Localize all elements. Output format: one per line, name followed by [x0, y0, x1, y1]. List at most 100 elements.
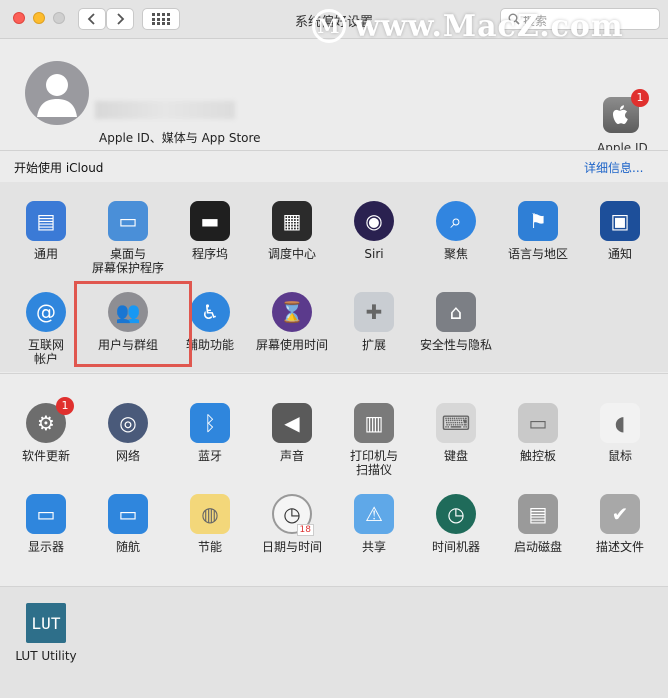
- printers-scanners-icon: ▥: [354, 403, 394, 443]
- pane-network[interactable]: ◎ 网络: [88, 403, 168, 463]
- pane-printers-scanners[interactable]: ▥ 打印机与 扫描仪: [334, 403, 414, 477]
- pane-spotlight[interactable]: ⌕ 聚焦: [416, 201, 496, 261]
- security-privacy-icon: ⌂: [436, 292, 476, 332]
- account-subtitle: Apple ID、媒体与 App Store: [99, 131, 261, 145]
- pane-label: 语言与地区: [507, 247, 568, 261]
- time-machine-icon: ◷: [436, 494, 476, 534]
- sidecar-icon: ▭: [108, 494, 148, 534]
- pane-sharing[interactable]: ⚠ 共享: [334, 494, 414, 554]
- profiles-icon: ✔: [600, 494, 640, 534]
- internet-accounts-icon: @: [26, 292, 66, 332]
- apple-id-button[interactable]: 1: [603, 89, 649, 133]
- highlight-box: [74, 281, 192, 367]
- pane-label: 启动磁盘: [513, 540, 562, 554]
- pane-security-privacy[interactable]: ⌂ 安全性与隐私: [416, 292, 496, 352]
- pane-label: 鼠标: [607, 449, 632, 463]
- pane-label: 通知: [607, 247, 632, 261]
- pane-label: 显示器: [27, 540, 64, 554]
- pane-label: 节能: [197, 540, 222, 554]
- software-update-icon: ⚙ 1: [26, 397, 74, 443]
- language-region-icon: ⚑: [518, 201, 558, 241]
- pane-label: 聚焦: [443, 247, 468, 261]
- pane-label: 通用: [33, 247, 58, 261]
- energy-saver-icon: ◍: [190, 494, 230, 534]
- pane-label: 屏幕使用时间: [255, 338, 328, 352]
- spotlight-icon: ⌕: [436, 201, 476, 241]
- pane-trackpad[interactable]: ▭ 触控板: [498, 403, 578, 463]
- icloud-banner: 开始使用 iCloud 详细信息...: [0, 150, 668, 183]
- pane-general[interactable]: ▤ 通用: [6, 201, 86, 261]
- siri-icon: ◉: [354, 201, 394, 241]
- pane-time-machine[interactable]: ◷ 时间机器: [416, 494, 496, 554]
- pane-label: 键盘: [443, 449, 468, 463]
- pane-label: 共享: [361, 540, 386, 554]
- avatar[interactable]: [25, 61, 89, 125]
- pane-label: 程序坞: [191, 247, 228, 261]
- pane-label: 网络: [115, 449, 140, 463]
- pane-mission-control[interactable]: ▦ 调度中心: [252, 201, 332, 261]
- pane-startup-disk[interactable]: ▤ 启动磁盘: [498, 494, 578, 554]
- mission-control-icon: ▦: [272, 201, 312, 241]
- pane-label: 安全性与隐私: [419, 338, 492, 352]
- pane-label: 声音: [279, 449, 304, 463]
- apple-id-badge: 1: [631, 89, 649, 107]
- pane-label: 时间机器: [431, 540, 480, 554]
- pane-profiles[interactable]: ✔ 描述文件: [580, 494, 660, 554]
- notifications-icon: ▣: [600, 201, 640, 241]
- pane-label: 随航: [115, 540, 140, 554]
- other-section: [0, 586, 668, 698]
- displays-icon: ▭: [26, 494, 66, 534]
- pane-notifications[interactable]: ▣ 通知: [580, 201, 660, 261]
- pane-keyboard[interactable]: ⌨ 键盘: [416, 403, 496, 463]
- pane-sidecar[interactable]: ▭ 随航: [88, 494, 168, 554]
- general-icon: ▤: [26, 201, 66, 241]
- update-badge: 1: [56, 397, 74, 415]
- accessibility-icon: ♿: [190, 292, 230, 332]
- pane-label: 扩展: [361, 338, 386, 352]
- pane-bluetooth[interactable]: ᛒ 蓝牙: [170, 403, 250, 463]
- pane-label: 描述文件: [595, 540, 644, 554]
- extensions-icon: ✚: [354, 292, 394, 332]
- pane-label: Siri: [364, 247, 384, 261]
- bluetooth-icon: ᛒ: [190, 403, 230, 443]
- trackpad-icon: ▭: [518, 403, 558, 443]
- pane-label: 蓝牙: [197, 449, 222, 463]
- pane-extensions[interactable]: ✚ 扩展: [334, 292, 414, 352]
- sharing-icon: ⚠: [354, 494, 394, 534]
- pane-sound[interactable]: ◀ 声音: [252, 403, 332, 463]
- pane-language-region[interactable]: ⚑ 语言与地区: [498, 201, 578, 261]
- pane-software-update[interactable]: ⚙ 1 软件更新: [6, 397, 86, 463]
- lut-utility-icon: LUT: [26, 603, 66, 643]
- sound-icon: ◀: [272, 403, 312, 443]
- pane-date-time[interactable]: ◷ 18 日期与时间: [252, 494, 332, 554]
- screen-time-icon: ⌛: [272, 292, 312, 332]
- pane-siri[interactable]: ◉ Siri: [334, 201, 414, 261]
- desktop-screensaver-icon: ▭: [108, 201, 148, 241]
- mouse-icon: ◖: [600, 403, 640, 443]
- pane-lut-utility[interactable]: LUT LUT Utility: [6, 603, 86, 663]
- pane-label: 打印机与 扫描仪: [349, 449, 398, 477]
- pane-label: 软件更新: [21, 449, 70, 463]
- network-icon: ◎: [108, 403, 148, 443]
- system-preferences-window: 系统偏好设置 搜索 M www.MacZ.com Apple ID、媒体与 Ap…: [0, 0, 668, 698]
- pane-label: 日期与时间: [261, 540, 322, 554]
- pane-desktop-screensaver[interactable]: ▭ 桌面与 屏幕保护程序: [88, 201, 168, 275]
- pane-screen-time[interactable]: ⌛ 屏幕使用时间: [252, 292, 332, 352]
- pane-displays[interactable]: ▭ 显示器: [6, 494, 86, 554]
- pane-label: 桌面与 屏幕保护程序: [91, 247, 164, 275]
- watermark-logo: M: [312, 9, 346, 43]
- icloud-prompt: 开始使用 iCloud: [14, 161, 104, 175]
- pane-mouse[interactable]: ◖ 鼠标: [580, 403, 660, 463]
- pane-label: LUT Utility: [15, 649, 77, 663]
- user-silhouette-icon: [37, 74, 77, 117]
- account-section: Apple ID、媒体与 App Store 1 Apple ID: [0, 39, 668, 155]
- startup-disk-icon: ▤: [518, 494, 558, 534]
- pane-label: 触控板: [519, 449, 556, 463]
- pane-label: 调度中心: [267, 247, 316, 261]
- date-time-icon: ◷ 18: [272, 494, 314, 536]
- pane-energy-saver[interactable]: ◍ 节能: [170, 494, 250, 554]
- apple-logo-icon: [613, 105, 628, 124]
- icloud-details-link[interactable]: 详细信息...: [584, 159, 643, 176]
- titlebar: 系统偏好设置 搜索 M www.MacZ.com: [0, 0, 668, 44]
- pane-dock[interactable]: ▬ 程序坞: [170, 201, 250, 261]
